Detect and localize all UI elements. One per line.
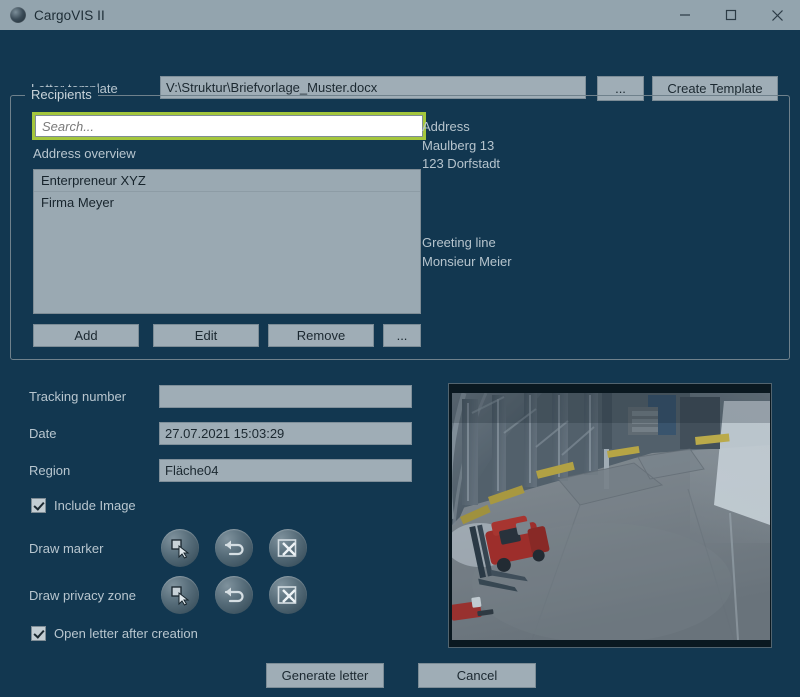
- greeting-heading: Greeting line: [422, 235, 496, 250]
- search-input[interactable]: [35, 115, 423, 137]
- tracking-number-input[interactable]: [159, 385, 412, 408]
- undo-arrow-icon[interactable]: [215, 529, 253, 567]
- date-label: Date: [29, 426, 57, 441]
- address-overview-label: Address overview: [33, 146, 136, 161]
- draw-rectangle-cursor-icon[interactable]: [161, 529, 199, 567]
- delete-rectangle-x-icon[interactable]: [269, 529, 307, 567]
- title-bar: CargoVIS II: [0, 0, 800, 30]
- include-image-checkbox[interactable]: [31, 498, 46, 513]
- undo-arrow-icon[interactable]: [215, 576, 253, 614]
- address-heading: Address: [422, 119, 470, 134]
- camera-image: [452, 393, 770, 640]
- window-title: CargoVIS II: [34, 7, 105, 23]
- greeting-line: Monsieur Meier: [422, 253, 512, 269]
- app-globe-icon: [10, 7, 26, 23]
- close-button[interactable]: [754, 0, 800, 30]
- remove-button[interactable]: Remove: [268, 324, 374, 347]
- recipients-group-title: Recipients: [25, 87, 98, 102]
- maximize-button[interactable]: [708, 0, 754, 30]
- address-overview-listbox[interactable]: Enterpreneur XYZ Firma Meyer: [33, 169, 421, 314]
- draw-marker-label: Draw marker: [29, 541, 104, 556]
- letter-template-row: Letter template V:\Struktur\Briefvorlage…: [0, 30, 800, 101]
- tracking-number-label: Tracking number: [29, 389, 127, 404]
- camera-preview-panel[interactable]: [448, 383, 772, 648]
- region-input[interactable]: Fläche04: [159, 459, 412, 482]
- list-item[interactable]: Enterpreneur XYZ: [34, 170, 420, 192]
- include-image-checkbox-row[interactable]: Include Image: [31, 498, 136, 513]
- address-preview: Address Maulberg 13 123 Dorfstadt: [422, 118, 500, 174]
- add-button[interactable]: Add: [33, 324, 139, 347]
- edit-button[interactable]: Edit: [153, 324, 259, 347]
- open-letter-after-creation-row[interactable]: Open letter after creation: [31, 626, 198, 641]
- recipients-groupbox: Recipients Address overview Enterpreneur…: [10, 87, 790, 360]
- address-line: 123 Dorfstadt: [422, 156, 501, 171]
- address-line: Maulberg 13: [422, 137, 495, 153]
- draw-privacy-zone-tools: [161, 576, 307, 614]
- date-input[interactable]: 27.07.2021 15:03:29: [159, 422, 412, 445]
- minimize-button[interactable]: [662, 0, 708, 30]
- draw-rectangle-cursor-icon[interactable]: [161, 576, 199, 614]
- more-options-button[interactable]: ...: [383, 324, 421, 347]
- cancel-button[interactable]: Cancel: [418, 663, 536, 688]
- search-field-highlight: [32, 112, 426, 140]
- region-label: Region: [29, 463, 71, 478]
- draw-privacy-zone-label: Draw privacy zone: [29, 588, 136, 603]
- greeting-preview: Greeting line Monsieur Meier: [422, 234, 512, 271]
- list-item[interactable]: Firma Meyer: [34, 192, 420, 214]
- window-controls: [662, 0, 800, 30]
- open-letter-after-creation-checkbox[interactable]: [31, 626, 46, 641]
- draw-marker-tools: [161, 529, 307, 567]
- include-image-label: Include Image: [54, 498, 136, 513]
- delete-rectangle-x-icon[interactable]: [269, 576, 307, 614]
- open-letter-after-creation-label: Open letter after creation: [54, 626, 198, 641]
- generate-letter-button[interactable]: Generate letter: [266, 663, 384, 688]
